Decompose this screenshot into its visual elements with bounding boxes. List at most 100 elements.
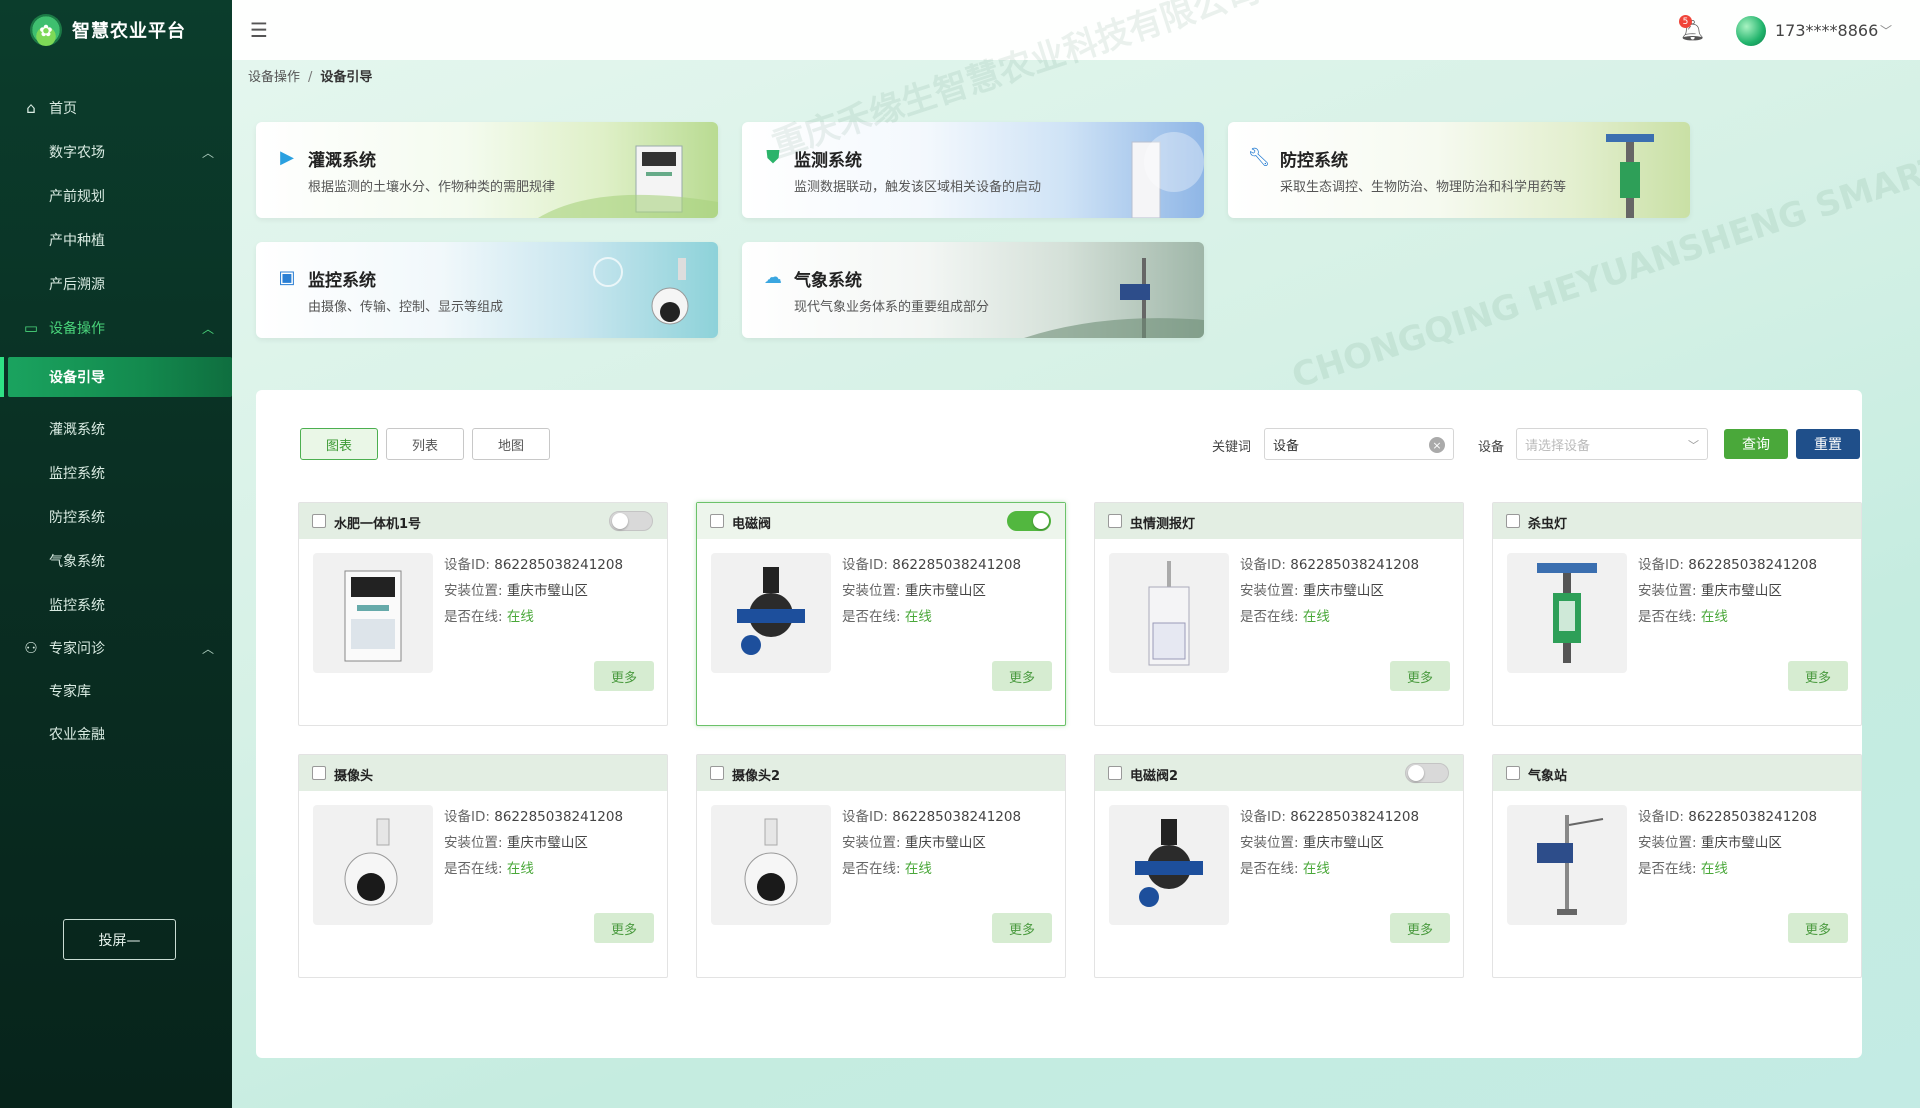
cast-screen-button[interactable]: 投屏— [63,919,176,960]
top-header: ☰ 🔔︎ 5 173****8866 ﹀ [232,0,1920,60]
device-online-row: 是否在线: 在线 [1240,605,1330,625]
view-tab-list[interactable]: 列表 [386,428,464,460]
weather-station-icon [1537,815,1604,915]
device-location-row: 安装位置: 重庆市璧山区 [842,831,986,851]
device-checkbox[interactable] [1506,766,1520,780]
sidebar-item-label: 专家问诊 [49,641,105,657]
device-online-label: 是否在线: [842,861,901,877]
more-button[interactable]: 更多 [1390,661,1450,691]
device-online-row: 是否在线: 在线 [842,857,932,877]
leaf-logo-icon: ✿ [30,14,62,46]
device-location-value: 重庆市璧山区 [506,583,588,599]
keyword-input[interactable]: 设备 × [1264,428,1454,460]
chevron-down-icon[interactable]: ﹀ [1880,22,1892,39]
device-card[interactable]: 摄像头2 设备ID: 862285038241208 安装位置: 重庆市璧山区 … [696,754,1066,978]
device-card[interactable]: 水肥一体机1号 设备ID: 862285038241208 安装位置: 重庆市璧… [298,502,668,726]
device-id-label: 设备ID: [1240,557,1286,573]
device-icon: ▭ [23,319,39,337]
more-button[interactable]: 更多 [1788,661,1848,691]
system-card-monitoring[interactable]: ⛊ 监测系统 监测数据联动，触发该区域相关设备的启动 [742,122,1204,218]
device-checkbox[interactable] [1108,514,1122,528]
device-id-row: 设备ID: 862285038241208 [1240,805,1419,825]
sidebar-item-label: 农业金融 [49,727,105,743]
sidebar-item-finance[interactable]: 农业金融 [0,714,232,754]
device-id-row: 设备ID: 862285038241208 [444,553,623,573]
sidebar: ✿ 智慧农业平台 ⌂ 首页 数字农场 ︿ 产前规划 产中种植 产后溯源 ▭ 设备… [0,0,232,1108]
device-checkbox[interactable] [1506,514,1520,528]
more-button[interactable]: 更多 [594,913,654,943]
device-panel: 图表 列表 地图 关键词 设备 × 设备 请选择设备 ﹀ 查询 重置 水肥一体机… [256,390,1862,1058]
device-checkbox[interactable] [312,766,326,780]
device-checkbox[interactable] [1108,766,1122,780]
device-card-header: 摄像头2 [697,755,1065,791]
device-location-value: 重庆市璧山区 [1302,583,1384,599]
more-button[interactable]: 更多 [992,661,1052,691]
device-power-toggle[interactable] [609,511,653,531]
query-button[interactable]: 查询 [1724,429,1788,459]
sidebar-item-monitoring[interactable]: 监控系统 [0,453,232,493]
system-card-prevention[interactable]: 🔧︎ 防控系统 采取生态调控、生物防治、物理防治和科学用药等 [1228,122,1690,218]
system-title: 防控系统 [1280,151,1348,171]
device-card[interactable]: 电磁阀2 设备ID: 862285038241208 安装位置: 重庆市璧山区 … [1094,754,1464,978]
sidebar-item-device-ops[interactable]: ▭ 设备操作 ︿ [0,308,232,348]
device-online-value: 在线 [1700,861,1728,877]
device-select-placeholder: 请选择设备 [1525,438,1591,454]
sidebar-item-surveillance[interactable]: 监控系统 [0,585,232,625]
sidebar-item-digital-farm[interactable]: 数字农场 ︿ [0,132,232,172]
device-location-row: 安装位置: 重庆市璧山区 [842,579,986,599]
device-id-value: 862285038241208 [494,557,624,573]
device-image [313,553,433,673]
sidebar-item-planting[interactable]: 产中种植 [0,220,232,260]
reset-button[interactable]: 重置 [1796,429,1860,459]
weather-station-icon [1024,258,1204,338]
breadcrumb-separator: / [308,70,313,85]
device-card[interactable]: 杀虫灯 设备ID: 862285038241208 安装位置: 重庆市璧山区 是… [1492,502,1862,726]
more-button[interactable]: 更多 [594,661,654,691]
sidebar-item-irrigation[interactable]: 灌溉系统 [0,409,232,449]
device-location-row: 安装位置: 重庆市璧山区 [1638,579,1782,599]
view-tab-chart[interactable]: 图表 [300,428,378,460]
device-location-label: 安装位置: [1638,835,1697,851]
device-location-value: 重庆市璧山区 [1302,835,1384,851]
menu-toggle-icon[interactable]: ☰ [250,18,268,42]
device-card[interactable]: 虫情测报灯 设备ID: 862285038241208 安装位置: 重庆市璧山区… [1094,502,1464,726]
device-checkbox[interactable] [312,514,326,528]
system-card-irrigation[interactable]: ▶ 灌溉系统 根据监测的土壤水分、作物种类的需肥规律 [256,122,718,218]
sidebar-item-expert[interactable]: ⚇ 专家问诊 ︿ [0,628,232,668]
device-power-toggle[interactable] [1007,511,1051,531]
device-online-row: 是否在线: 在线 [444,857,534,877]
sidebar-item-weather[interactable]: 气象系统 [0,541,232,581]
more-button[interactable]: 更多 [992,913,1052,943]
sidebar-item-prevention[interactable]: 防控系统 [0,497,232,537]
system-card-weather[interactable]: ☁ 气象系统 现代气象业务体系的重要组成部分 [742,242,1204,338]
device-id-row: 设备ID: 862285038241208 [444,805,623,825]
sidebar-item-expert-library[interactable]: 专家库 [0,671,232,711]
notification-badge: 5 [1679,15,1692,28]
more-button[interactable]: 更多 [1390,913,1450,943]
ptz-camera-icon [744,818,798,906]
device-checkbox[interactable] [710,766,724,780]
sidebar-item-pre-production[interactable]: 产前规划 [0,176,232,216]
avatar[interactable] [1736,16,1766,46]
device-card[interactable]: 气象站 设备ID: 862285038241208 安装位置: 重庆市璧山区 是… [1492,754,1862,978]
clear-icon[interactable]: × [1429,437,1445,453]
device-location-label: 安装位置: [1240,835,1299,851]
sidebar-item-traceability[interactable]: 产后溯源 [0,264,232,304]
device-checkbox[interactable] [710,514,724,528]
device-select-label: 设备 [1478,440,1505,455]
breadcrumb-parent[interactable]: 设备操作 [248,70,300,85]
username[interactable]: 173****8866 [1775,21,1878,40]
system-card-surveillance[interactable]: ▣ 监控系统 由摄像、传输、控制、显示等组成 [256,242,718,338]
device-power-toggle[interactable] [1405,763,1449,783]
more-button[interactable]: 更多 [1788,913,1848,943]
device-card[interactable]: 电磁阀 设备ID: 862285038241208 安装位置: 重庆市璧山区 是… [696,502,1066,726]
sidebar-item-device-guide[interactable]: 设备引导 [0,357,232,397]
device-id-label: 设备ID: [1638,809,1684,825]
sidebar-item-home[interactable]: ⌂ 首页 [0,88,232,128]
device-name: 虫情测报灯 [1130,517,1196,532]
device-location-row: 安装位置: 重庆市璧山区 [1240,579,1384,599]
sidebar-item-label: 产中种植 [49,233,105,249]
view-tab-map[interactable]: 地图 [472,428,550,460]
device-select[interactable]: 请选择设备 ﹀ [1516,428,1708,460]
device-card[interactable]: 摄像头 设备ID: 862285038241208 安装位置: 重庆市璧山区 是… [298,754,668,978]
